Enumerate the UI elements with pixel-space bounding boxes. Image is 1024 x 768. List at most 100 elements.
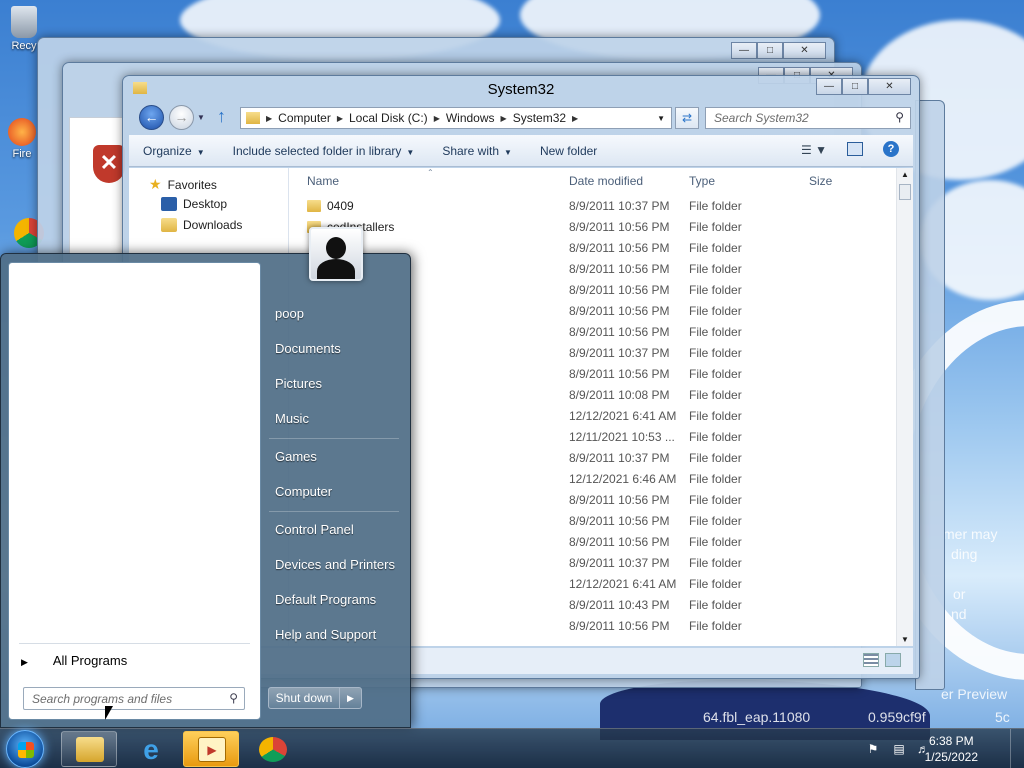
taskbar-media-player[interactable]: ▶ xyxy=(183,731,239,767)
start-menu: ▶ All Programs Search programs and files… xyxy=(0,253,411,728)
minimize-button[interactable]: — xyxy=(816,78,842,95)
chevron-down-icon: ▼ xyxy=(196,147,205,157)
start-item-user[interactable]: poop xyxy=(275,306,304,321)
nav-downloads[interactable]: Downloads xyxy=(161,218,242,232)
new-folder-button[interactable]: New folder xyxy=(526,144,611,158)
start-item-control-panel[interactable]: Control Panel xyxy=(275,522,354,537)
shutdown-options-button[interactable]: ▶ xyxy=(340,687,362,709)
nav-favorites[interactable]: ★ Favorites xyxy=(149,176,217,193)
help-icon[interactable]: ? xyxy=(883,141,899,157)
file-date-modified: 8/9/2011 10:08 PM xyxy=(569,388,670,402)
column-size[interactable]: Size xyxy=(809,168,832,194)
clock-date: 1/25/2022 xyxy=(924,750,978,764)
network-icon[interactable]: ▤ xyxy=(892,742,906,756)
all-programs-label: All Programs xyxy=(52,653,128,668)
column-type[interactable]: Type xyxy=(689,168,715,194)
wallpaper-text: 0.959cf9f xyxy=(868,709,926,725)
user-avatar[interactable] xyxy=(309,227,363,281)
file-date-modified: 8/9/2011 10:56 PM xyxy=(569,619,670,633)
file-date-modified: 8/9/2011 10:56 PM xyxy=(569,493,670,507)
start-item-documents[interactable]: Documents xyxy=(275,341,341,356)
start-item-games[interactable]: Games xyxy=(275,449,317,464)
scroll-down-icon[interactable]: ▼ xyxy=(901,635,909,644)
downloads-icon xyxy=(161,218,177,232)
file-type: File folder xyxy=(689,220,742,234)
action-center-flag-icon[interactable]: ⚑ xyxy=(866,742,880,756)
taskbar-internet-explorer[interactable]: e xyxy=(122,731,178,767)
column-date-modified[interactable]: Date modified xyxy=(569,168,643,194)
nav-label: Favorites xyxy=(167,177,217,192)
forward-button[interactable]: → xyxy=(169,105,194,130)
refresh-button[interactable]: ⇄ xyxy=(675,107,699,129)
file-type: File folder xyxy=(689,325,742,339)
divider xyxy=(269,438,399,439)
minimize-button[interactable]: — xyxy=(731,42,757,59)
up-arrow-icon[interactable]: ↑ xyxy=(217,106,226,127)
share-with-menu[interactable]: Share with ▼ xyxy=(428,144,526,158)
file-type: File folder xyxy=(689,472,742,486)
scroll-up-icon[interactable]: ▲ xyxy=(901,170,909,179)
file-type: File folder xyxy=(689,514,742,528)
file-date-modified: 8/9/2011 10:37 PM xyxy=(569,451,670,465)
file-date-modified: 12/11/2021 10:53 ... xyxy=(569,430,675,444)
chevron-right-icon[interactable]: ▶ xyxy=(572,114,578,123)
start-search-placeholder: Search programs and files xyxy=(32,692,173,706)
file-type: File folder xyxy=(689,388,742,402)
back-button[interactable]: ← xyxy=(139,105,164,130)
clock[interactable]: 6:38 PM 1/25/2022 xyxy=(925,733,978,765)
file-type: File folder xyxy=(689,283,742,297)
start-item-devices-printers[interactable]: Devices and Printers xyxy=(275,557,395,572)
shutdown-group: Shut down ▶ xyxy=(268,687,362,709)
address-dropdown-icon[interactable]: ▼ xyxy=(657,114,665,123)
start-search-input[interactable]: Search programs and files ⚲ xyxy=(23,687,245,710)
search-placeholder: Search System32 xyxy=(714,111,809,125)
search-input[interactable]: Search System32 ⚲ xyxy=(705,107,911,129)
file-type: File folder xyxy=(689,304,742,318)
shutdown-button[interactable]: Shut down xyxy=(268,687,340,709)
view-options-icon[interactable]: ☰ ▼ xyxy=(801,143,827,157)
column-name[interactable]: Name xyxy=(307,168,339,194)
table-row[interactable]: 0409 8/9/2011 10:37 PM File folder xyxy=(289,196,893,217)
maximize-button[interactable]: □ xyxy=(757,42,783,59)
start-item-pictures[interactable]: Pictures xyxy=(275,376,322,391)
show-desktop-button[interactable] xyxy=(1010,729,1024,768)
start-item-computer[interactable]: Computer xyxy=(275,484,332,499)
nav-desktop[interactable]: Desktop xyxy=(161,197,227,211)
file-type: File folder xyxy=(689,535,742,549)
file-date-modified: 8/9/2011 10:37 PM xyxy=(569,556,670,570)
breadcrumb-system32[interactable]: System32 xyxy=(507,111,572,125)
start-item-default-programs[interactable]: Default Programs xyxy=(275,592,376,607)
taskbar-explorer[interactable] xyxy=(61,731,117,767)
search-icon[interactable]: ⚲ xyxy=(895,110,904,124)
preview-pane-icon[interactable] xyxy=(847,142,863,156)
start-button[interactable] xyxy=(6,730,44,768)
recent-pages-dropdown[interactable]: ▼ xyxy=(197,113,205,122)
breadcrumb-windows[interactable]: Windows xyxy=(440,111,501,125)
close-button[interactable]: ✕ xyxy=(783,42,826,59)
file-date-modified: 8/9/2011 10:56 PM xyxy=(569,304,670,318)
breadcrumb-local-disk[interactable]: Local Disk (C:) xyxy=(343,111,434,125)
organize-menu[interactable]: Organize ▼ xyxy=(129,144,219,158)
details-view-icon[interactable] xyxy=(863,653,879,667)
address-bar[interactable]: ▶ Computer ▶ Local Disk (C:) ▶ Windows ▶… xyxy=(240,107,672,129)
table-row[interactable]: cedInstallers8/9/2011 10:56 PMFile folde… xyxy=(289,217,893,238)
include-in-library-menu[interactable]: Include selected folder in library ▼ xyxy=(219,144,429,158)
maximize-button[interactable]: □ xyxy=(842,78,868,95)
file-date-modified: 8/9/2011 10:56 PM xyxy=(569,535,670,549)
share-label: Share with xyxy=(442,143,500,158)
all-programs-button[interactable]: ▶ All Programs xyxy=(21,653,127,668)
start-item-music[interactable]: Music xyxy=(275,411,309,426)
large-icons-view-icon[interactable] xyxy=(885,653,901,667)
start-item-help-support[interactable]: Help and Support xyxy=(275,627,376,642)
divider xyxy=(269,511,399,512)
file-type: File folder xyxy=(689,577,742,591)
vertical-scrollbar[interactable]: ▲ ▼ xyxy=(896,168,913,646)
file-date-modified: 8/9/2011 10:56 PM xyxy=(569,283,670,297)
breadcrumb-computer[interactable]: Computer xyxy=(272,111,337,125)
taskbar-chrome[interactable] xyxy=(244,731,300,767)
nav-label: Desktop xyxy=(183,197,228,211)
close-button[interactable]: ✕ xyxy=(868,78,911,95)
chevron-right-icon: ▶ xyxy=(21,657,28,667)
file-type: File folder xyxy=(689,451,742,465)
scroll-thumb[interactable] xyxy=(899,184,911,200)
